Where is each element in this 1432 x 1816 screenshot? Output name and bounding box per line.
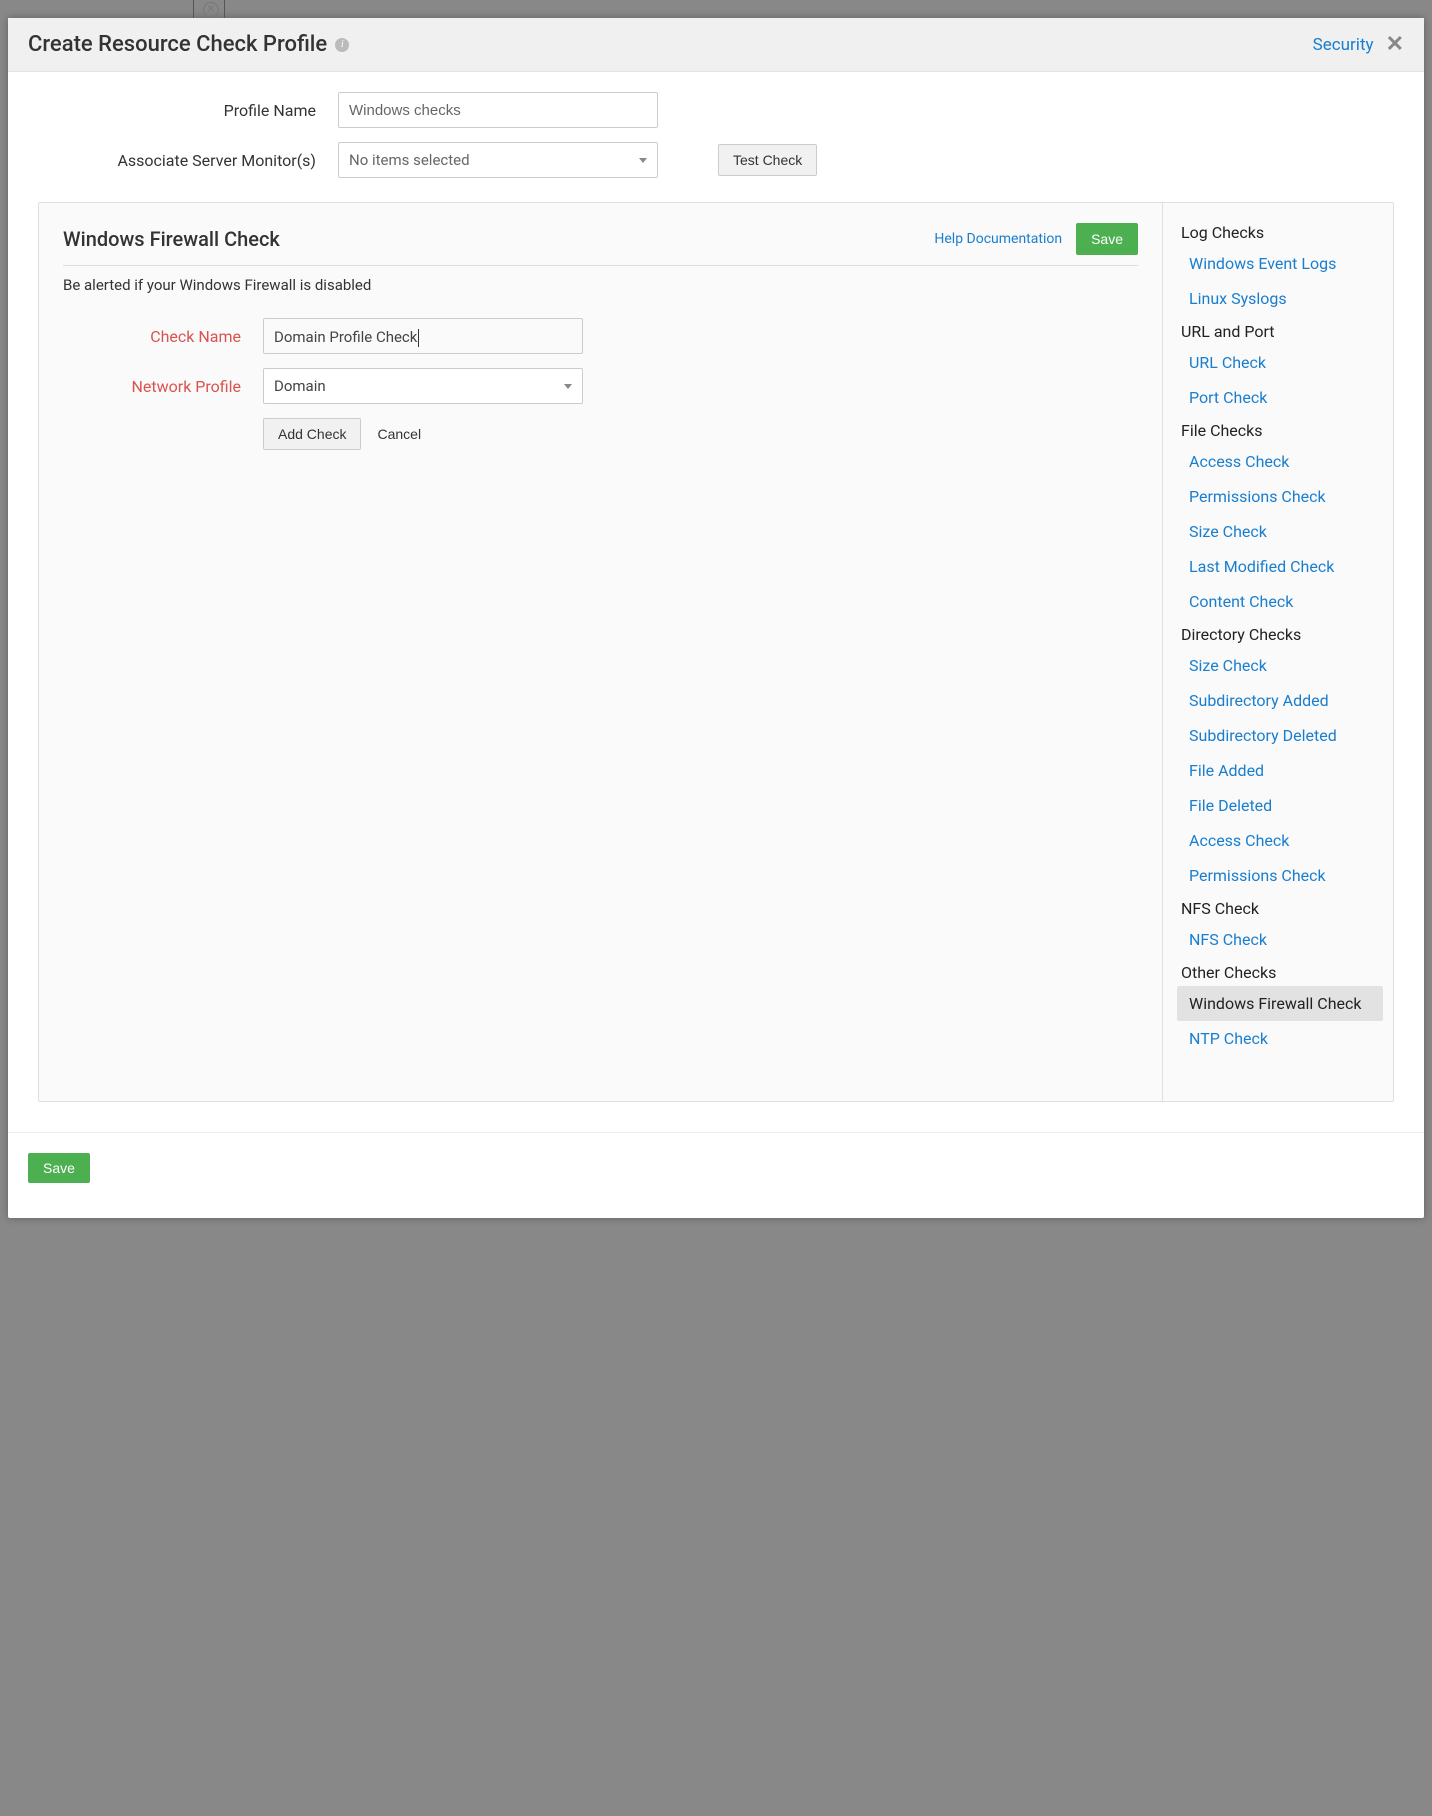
category-label: Directory Checks — [1177, 619, 1383, 648]
tab-close-icon[interactable]: ✕ — [203, 2, 219, 18]
category-item[interactable]: Subdirectory Added — [1177, 683, 1383, 718]
category-label: NFS Check — [1177, 893, 1383, 922]
save-button[interactable]: Save — [28, 1153, 90, 1183]
chevron-down-icon — [639, 158, 647, 163]
associate-monitors-label: Associate Server Monitor(s) — [38, 151, 338, 170]
category-item[interactable]: File Deleted — [1177, 788, 1383, 823]
category-item[interactable]: Linux Syslogs — [1177, 281, 1383, 316]
check-name-input[interactable]: Domain Profile Check — [263, 318, 583, 354]
cancel-button[interactable]: Cancel — [371, 418, 427, 450]
category-item[interactable]: Subdirectory Deleted — [1177, 718, 1383, 753]
profile-name-input[interactable] — [338, 92, 658, 128]
help-documentation-link[interactable]: Help Documentation — [928, 224, 1068, 254]
check-description: Be alerted if your Windows Firewall is d… — [63, 276, 1138, 294]
chevron-down-icon — [564, 384, 572, 389]
category-item[interactable]: Windows Event Logs — [1177, 246, 1383, 281]
category-item[interactable]: NTP Check — [1177, 1021, 1383, 1056]
test-check-button[interactable]: Test Check — [718, 144, 817, 176]
associate-monitors-value: No items selected — [349, 151, 470, 169]
dialog-title: Create Resource Check Profile i — [28, 32, 349, 57]
save-check-button[interactable]: Save — [1076, 223, 1138, 255]
category-label: Other Checks — [1177, 957, 1383, 986]
category-item[interactable]: Port Check — [1177, 380, 1383, 415]
network-profile-select[interactable]: Domain — [263, 368, 583, 404]
check-category-sidebar: Log ChecksWindows Event LogsLinux Syslog… — [1163, 203, 1393, 1101]
category-item[interactable]: Size Check — [1177, 514, 1383, 549]
add-check-button[interactable]: Add Check — [263, 418, 361, 450]
category-item[interactable]: Last Modified Check — [1177, 549, 1383, 584]
security-link[interactable]: Security — [1313, 35, 1374, 55]
category-label: URL and Port — [1177, 316, 1383, 345]
category-item[interactable]: NFS Check — [1177, 922, 1383, 957]
category-item[interactable]: Windows Firewall Check — [1177, 986, 1383, 1021]
network-profile-label: Network Profile — [63, 377, 263, 396]
category-item[interactable]: Permissions Check — [1177, 479, 1383, 514]
category-item[interactable]: Access Check — [1177, 444, 1383, 479]
category-item[interactable]: URL Check — [1177, 345, 1383, 380]
category-label: Log Checks — [1177, 217, 1383, 246]
check-name-label: Check Name — [63, 327, 263, 346]
close-icon[interactable]: ✕ — [1386, 34, 1404, 56]
category-item[interactable]: Size Check — [1177, 648, 1383, 683]
info-icon[interactable]: i — [335, 38, 349, 52]
category-item[interactable]: Permissions Check — [1177, 858, 1383, 893]
dialog-title-text: Create Resource Check Profile — [28, 32, 327, 57]
profile-name-label: Profile Name — [38, 101, 338, 120]
category-item[interactable]: File Added — [1177, 753, 1383, 788]
check-title: Windows Firewall Check — [63, 227, 280, 251]
category-label: File Checks — [1177, 415, 1383, 444]
check-name-value: Domain Profile Check — [274, 328, 419, 346]
category-item[interactable]: Content Check — [1177, 584, 1383, 619]
associate-monitors-select[interactable]: No items selected — [338, 142, 658, 178]
category-item[interactable]: Access Check — [1177, 823, 1383, 858]
network-profile-value: Domain — [274, 377, 326, 395]
dialog-header: Create Resource Check Profile i Security… — [8, 18, 1424, 72]
